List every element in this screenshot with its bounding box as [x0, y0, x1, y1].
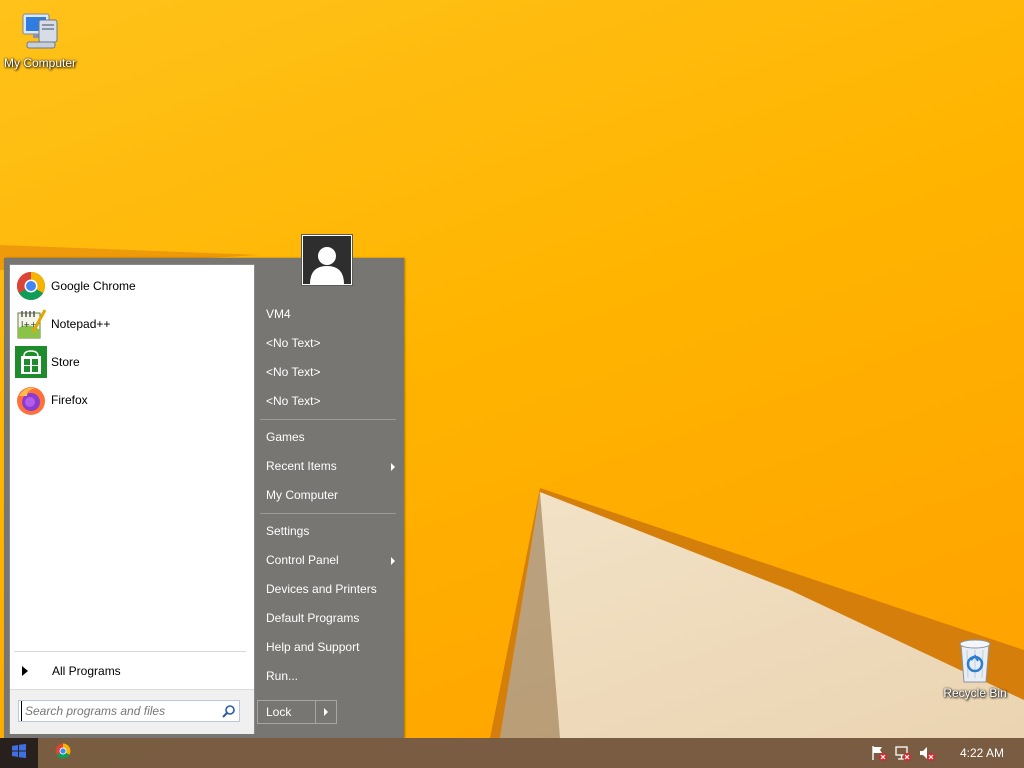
menu-item-no-text-3[interactable]: <No Text> — [258, 388, 398, 415]
menu-item-default-programs[interactable]: Default Programs — [258, 605, 398, 632]
search-box[interactable] — [18, 700, 240, 722]
menu-item-label: VM4 — [266, 307, 291, 321]
store-icon — [15, 346, 47, 378]
all-programs-button[interactable]: All Programs — [10, 659, 254, 683]
action-center-flag-icon[interactable] — [868, 742, 890, 764]
chevron-right-icon — [391, 557, 395, 565]
menu-item-label: Devices and Printers — [266, 582, 377, 596]
search-input[interactable] — [21, 701, 219, 721]
lock-options-button[interactable] — [316, 701, 336, 723]
menu-item-run[interactable]: Run... — [258, 663, 398, 690]
divider — [14, 651, 246, 652]
menu-item-label: Run... — [266, 669, 299, 683]
chevron-right-icon — [324, 708, 328, 716]
all-programs-label: All Programs — [52, 664, 121, 678]
firefox-icon — [15, 384, 47, 416]
user-avatar-icon — [303, 236, 351, 284]
menu-item-label: Games — [266, 430, 305, 444]
user-avatar[interactable] — [301, 234, 353, 286]
notepad-plus-plus-icon: I++ — [15, 308, 47, 340]
menu-item-label: Recent Items — [266, 459, 337, 473]
search-icon[interactable] — [219, 701, 239, 721]
network-icon[interactable] — [892, 742, 914, 764]
triangle-right-icon — [22, 666, 28, 676]
desktop-icon-recycle-bin[interactable]: Recycle Bin — [935, 636, 1015, 700]
menu-item-label: Default Programs — [266, 611, 360, 625]
lock-button[interactable]: Lock — [258, 701, 316, 723]
recycle-bin-icon — [935, 636, 1015, 686]
program-label: Firefox — [51, 393, 88, 407]
menu-item-control-panel[interactable]: Control Panel — [258, 547, 398, 574]
desktop-icon-label: My Computer — [3, 56, 77, 70]
program-label: Google Chrome — [51, 279, 136, 293]
program-notepad-plus-plus[interactable]: I++ Notepad++ — [10, 305, 254, 343]
menu-item-devices-and-printers[interactable]: Devices and Printers — [258, 576, 398, 603]
start-button[interactable] — [0, 738, 38, 768]
menu-item-label: My Computer — [266, 488, 339, 502]
taskbar: 4:22 AM — [0, 738, 1024, 768]
computer-icon — [0, 8, 80, 56]
program-google-chrome[interactable]: Google Chrome — [10, 267, 254, 305]
menu-item-no-text-1[interactable]: <No Text> — [258, 330, 398, 357]
program-store[interactable]: Store — [10, 343, 254, 381]
menu-item-games[interactable]: Games — [258, 424, 398, 451]
menu-item-label: <No Text> — [266, 336, 321, 350]
chrome-icon — [55, 743, 71, 764]
shutdown-button-group: Lock — [257, 700, 337, 724]
program-label: Notepad++ — [51, 317, 111, 331]
chrome-icon — [15, 270, 47, 302]
chevron-right-icon — [391, 463, 395, 471]
start-menu-programs-pane: Google Chrome I++ Notepad++ Store Firefo… — [9, 264, 255, 734]
volume-muted-icon[interactable] — [916, 742, 938, 764]
program-label: Store — [51, 355, 80, 369]
menu-item-label: <No Text> — [266, 394, 321, 408]
desktop-icon-my-computer[interactable]: My Computer — [0, 8, 80, 70]
menu-item-label: <No Text> — [266, 365, 321, 379]
desktop-icon-label: Recycle Bin — [943, 686, 1007, 700]
menu-item-recent-items[interactable]: Recent Items — [258, 453, 398, 480]
menu-item-label: Help and Support — [266, 640, 360, 654]
menu-item-label: Settings — [266, 524, 310, 538]
menu-item-no-text-2[interactable]: <No Text> — [258, 359, 398, 386]
taskbar-clock[interactable]: 4:22 AM — [960, 746, 1004, 760]
menu-divider — [260, 419, 396, 420]
menu-item-help-and-support[interactable]: Help and Support — [258, 634, 398, 661]
program-firefox[interactable]: Firefox — [10, 381, 254, 419]
menu-item-my-computer[interactable]: My Computer — [258, 482, 398, 509]
taskbar-chrome-button[interactable] — [48, 738, 78, 768]
menu-divider — [260, 513, 396, 514]
menu-item-settings[interactable]: Settings — [258, 518, 398, 545]
windows-logo-icon — [12, 743, 26, 763]
search-area — [10, 689, 254, 734]
menu-item-label: Control Panel — [266, 553, 339, 567]
start-menu: Google Chrome I++ Notepad++ Store Firefo… — [4, 234, 404, 738]
system-tray: 4:22 AM — [866, 738, 1024, 768]
menu-item-vm4[interactable]: VM4 — [258, 301, 398, 328]
